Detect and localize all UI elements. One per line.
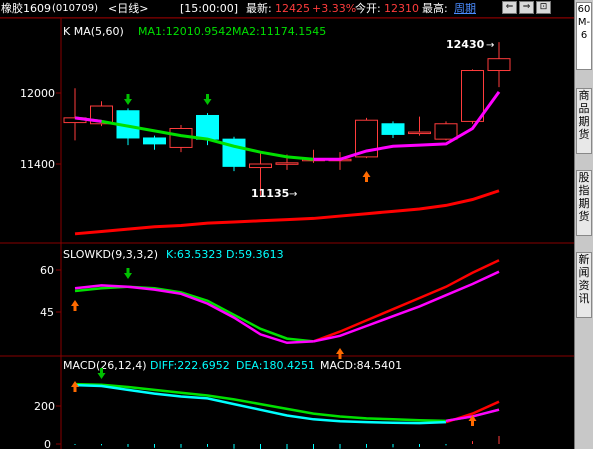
macd-diff-label: DIFF:222.6952	[150, 359, 230, 372]
sell-signal-icon	[97, 373, 106, 379]
tab-commodity-futures[interactable]: 商品期货	[576, 88, 592, 154]
candle-body	[487, 58, 511, 72]
right-sidebar: 60M-6 商品期货 股指期货 新闻资讯	[574, 0, 593, 449]
sell-signal-icon	[203, 99, 212, 105]
slowkd-series	[71, 259, 500, 359]
kd-y-tick-60: 60	[40, 264, 54, 277]
buy-signal-stem	[73, 306, 77, 311]
next-button[interactable]: ⇒	[519, 1, 534, 14]
candle-body	[249, 163, 272, 169]
prev-button[interactable]: ⇐	[502, 1, 517, 14]
kd-k-line-up	[313, 259, 500, 343]
ma2-label: MA2:11174.1545	[232, 25, 326, 38]
latest-value: 12425	[275, 2, 310, 15]
period-link[interactable]: 周期	[454, 2, 476, 15]
candlestick-series	[63, 42, 511, 236]
high-annotation-arrow: →	[486, 40, 494, 51]
period-tab[interactable]: 60M-6	[576, 2, 592, 70]
open-label: 今开:	[355, 2, 381, 15]
tab-index-futures[interactable]: 股指期货	[576, 170, 592, 236]
macd-panel-title: MACD(26,12,4)	[63, 359, 147, 372]
main-panel-title: K MA(5,60)	[63, 25, 124, 38]
instrument-code: (010709)	[52, 3, 98, 14]
buy-signal-stem	[471, 421, 474, 426]
sell-signal-stem	[206, 94, 209, 99]
tab-news[interactable]: 新闻资讯	[576, 252, 592, 318]
candle-body	[275, 162, 299, 165]
kd-y-tick-45: 45	[40, 306, 54, 319]
candle-body	[408, 131, 431, 135]
y-tick-12000: 12000	[20, 87, 55, 100]
candle-body	[381, 123, 405, 135]
candle-body	[196, 114, 219, 140]
kd-d-line-down	[74, 285, 314, 343]
low-annotation-arrow: →	[289, 189, 297, 200]
macd-dea-label: DEA:180.4251	[236, 359, 315, 372]
high-label: 最高:	[422, 2, 448, 15]
candle-body	[143, 137, 166, 145]
low-annotation: 11135	[251, 187, 289, 200]
open-value: 12310	[384, 2, 419, 15]
candle-body	[434, 123, 458, 140]
window-button[interactable]: ⊡	[536, 1, 551, 14]
chart-area[interactable]: K MA(5,60) MA1:12010.9542 MA2:11174.1545…	[0, 18, 574, 449]
period-tag[interactable]: <日线>	[108, 2, 148, 15]
buy-signal-icon	[71, 300, 79, 306]
macd-value-label: MACD:84.5401	[320, 359, 402, 372]
kd-k-label: K:63.5323	[166, 248, 222, 261]
quote-header: 橡胶1609 (010709) <日线> [15:00:00] 最新: 1242…	[0, 0, 574, 18]
change-percent: +3.33%	[312, 2, 357, 15]
buy-signal-stem	[73, 387, 77, 392]
buy-signal-icon	[336, 348, 344, 354]
sell-signal-stem	[126, 268, 130, 273]
kd-d-label: D:59.3613	[226, 248, 284, 261]
y-tick-11400: 11400	[20, 158, 55, 171]
ma1-line-down	[74, 116, 314, 161]
sell-signal-stem	[126, 94, 130, 99]
sell-signal-icon	[124, 273, 132, 279]
high-annotation: 12430	[446, 38, 485, 51]
macd-y-tick-0: 0	[44, 438, 51, 449]
kd-panel-title: SLOWKD(9,3,3,2)	[63, 248, 158, 261]
sell-signal-stem	[100, 368, 103, 373]
latest-label: 最新:	[246, 2, 272, 15]
macd-y-tick-200: 200	[34, 400, 55, 413]
buy-signal-icon	[362, 171, 371, 177]
quote-time: [15:00:00]	[180, 2, 238, 15]
buy-signal-stem	[365, 177, 368, 182]
macd-series	[71, 368, 500, 449]
instrument-name: 橡胶1609	[1, 2, 51, 15]
candle-body	[461, 70, 484, 122]
sell-signal-icon	[124, 99, 132, 105]
ma1-label: MA1:12010.9542	[138, 25, 232, 38]
